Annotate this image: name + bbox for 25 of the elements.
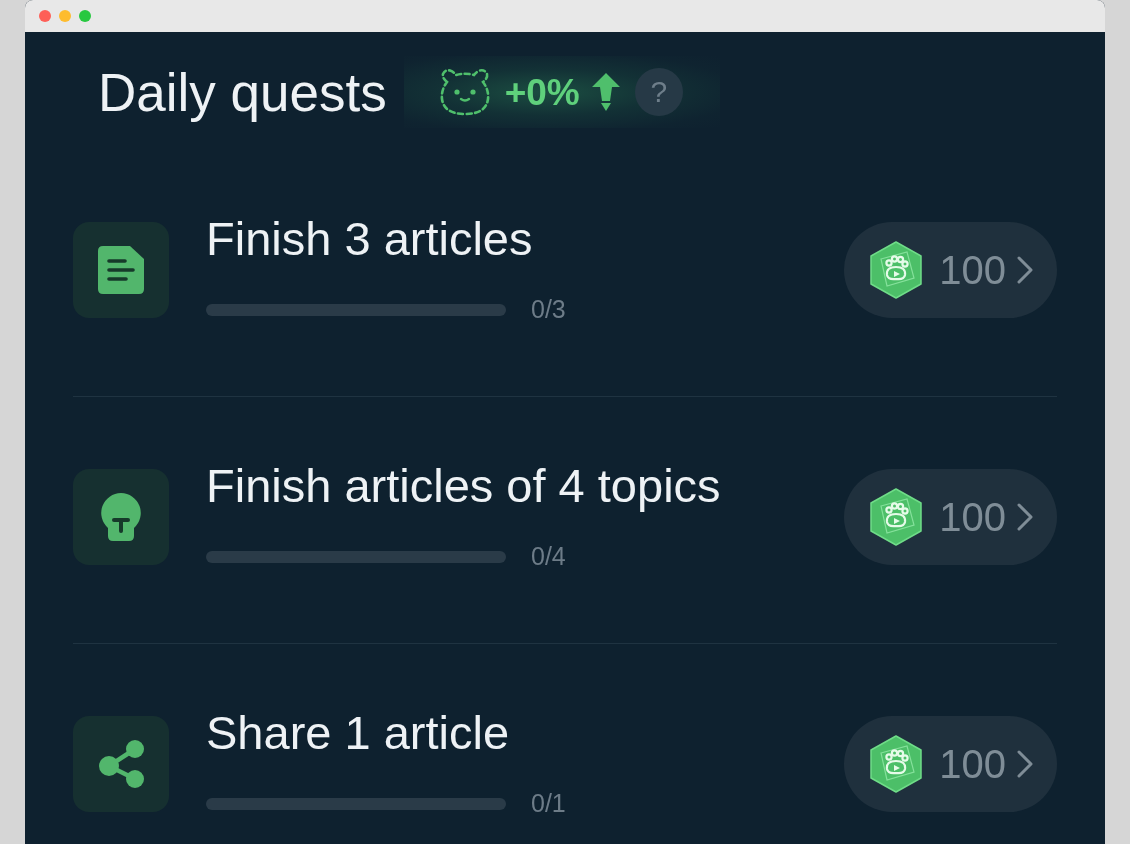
paw-coin-icon xyxy=(869,488,924,546)
zoom-icon[interactable] xyxy=(79,10,91,22)
minimize-icon[interactable] xyxy=(59,10,71,22)
quest-title: Finish articles of 4 topics xyxy=(206,460,721,512)
boost-value: +0% xyxy=(504,73,580,111)
reward-button[interactable]: 100 xyxy=(844,222,1057,318)
share-icon xyxy=(98,740,144,788)
help-button[interactable]: ? xyxy=(634,68,683,116)
reward-button[interactable]: 100 xyxy=(844,716,1057,812)
quest-title: Share 1 article xyxy=(206,707,510,759)
progress-count: 0/4 xyxy=(531,542,566,571)
document-icon xyxy=(98,246,144,294)
reward-button[interactable]: 100 xyxy=(844,469,1057,565)
close-icon[interactable] xyxy=(39,10,51,22)
paw-coin-icon xyxy=(869,241,924,299)
paw-coin-icon xyxy=(869,735,924,793)
chevron-right-icon xyxy=(1016,256,1034,284)
progress-count: 0/3 xyxy=(531,295,566,324)
chevron-right-icon xyxy=(1016,750,1034,778)
chevron-right-icon xyxy=(1016,503,1034,531)
cat-face-icon xyxy=(438,68,491,116)
progress-count: 0/1 xyxy=(531,789,566,818)
lightbulb-icon xyxy=(101,493,141,541)
quest-title: Finish 3 articles xyxy=(206,213,533,265)
up-arrow-icon xyxy=(591,73,620,111)
